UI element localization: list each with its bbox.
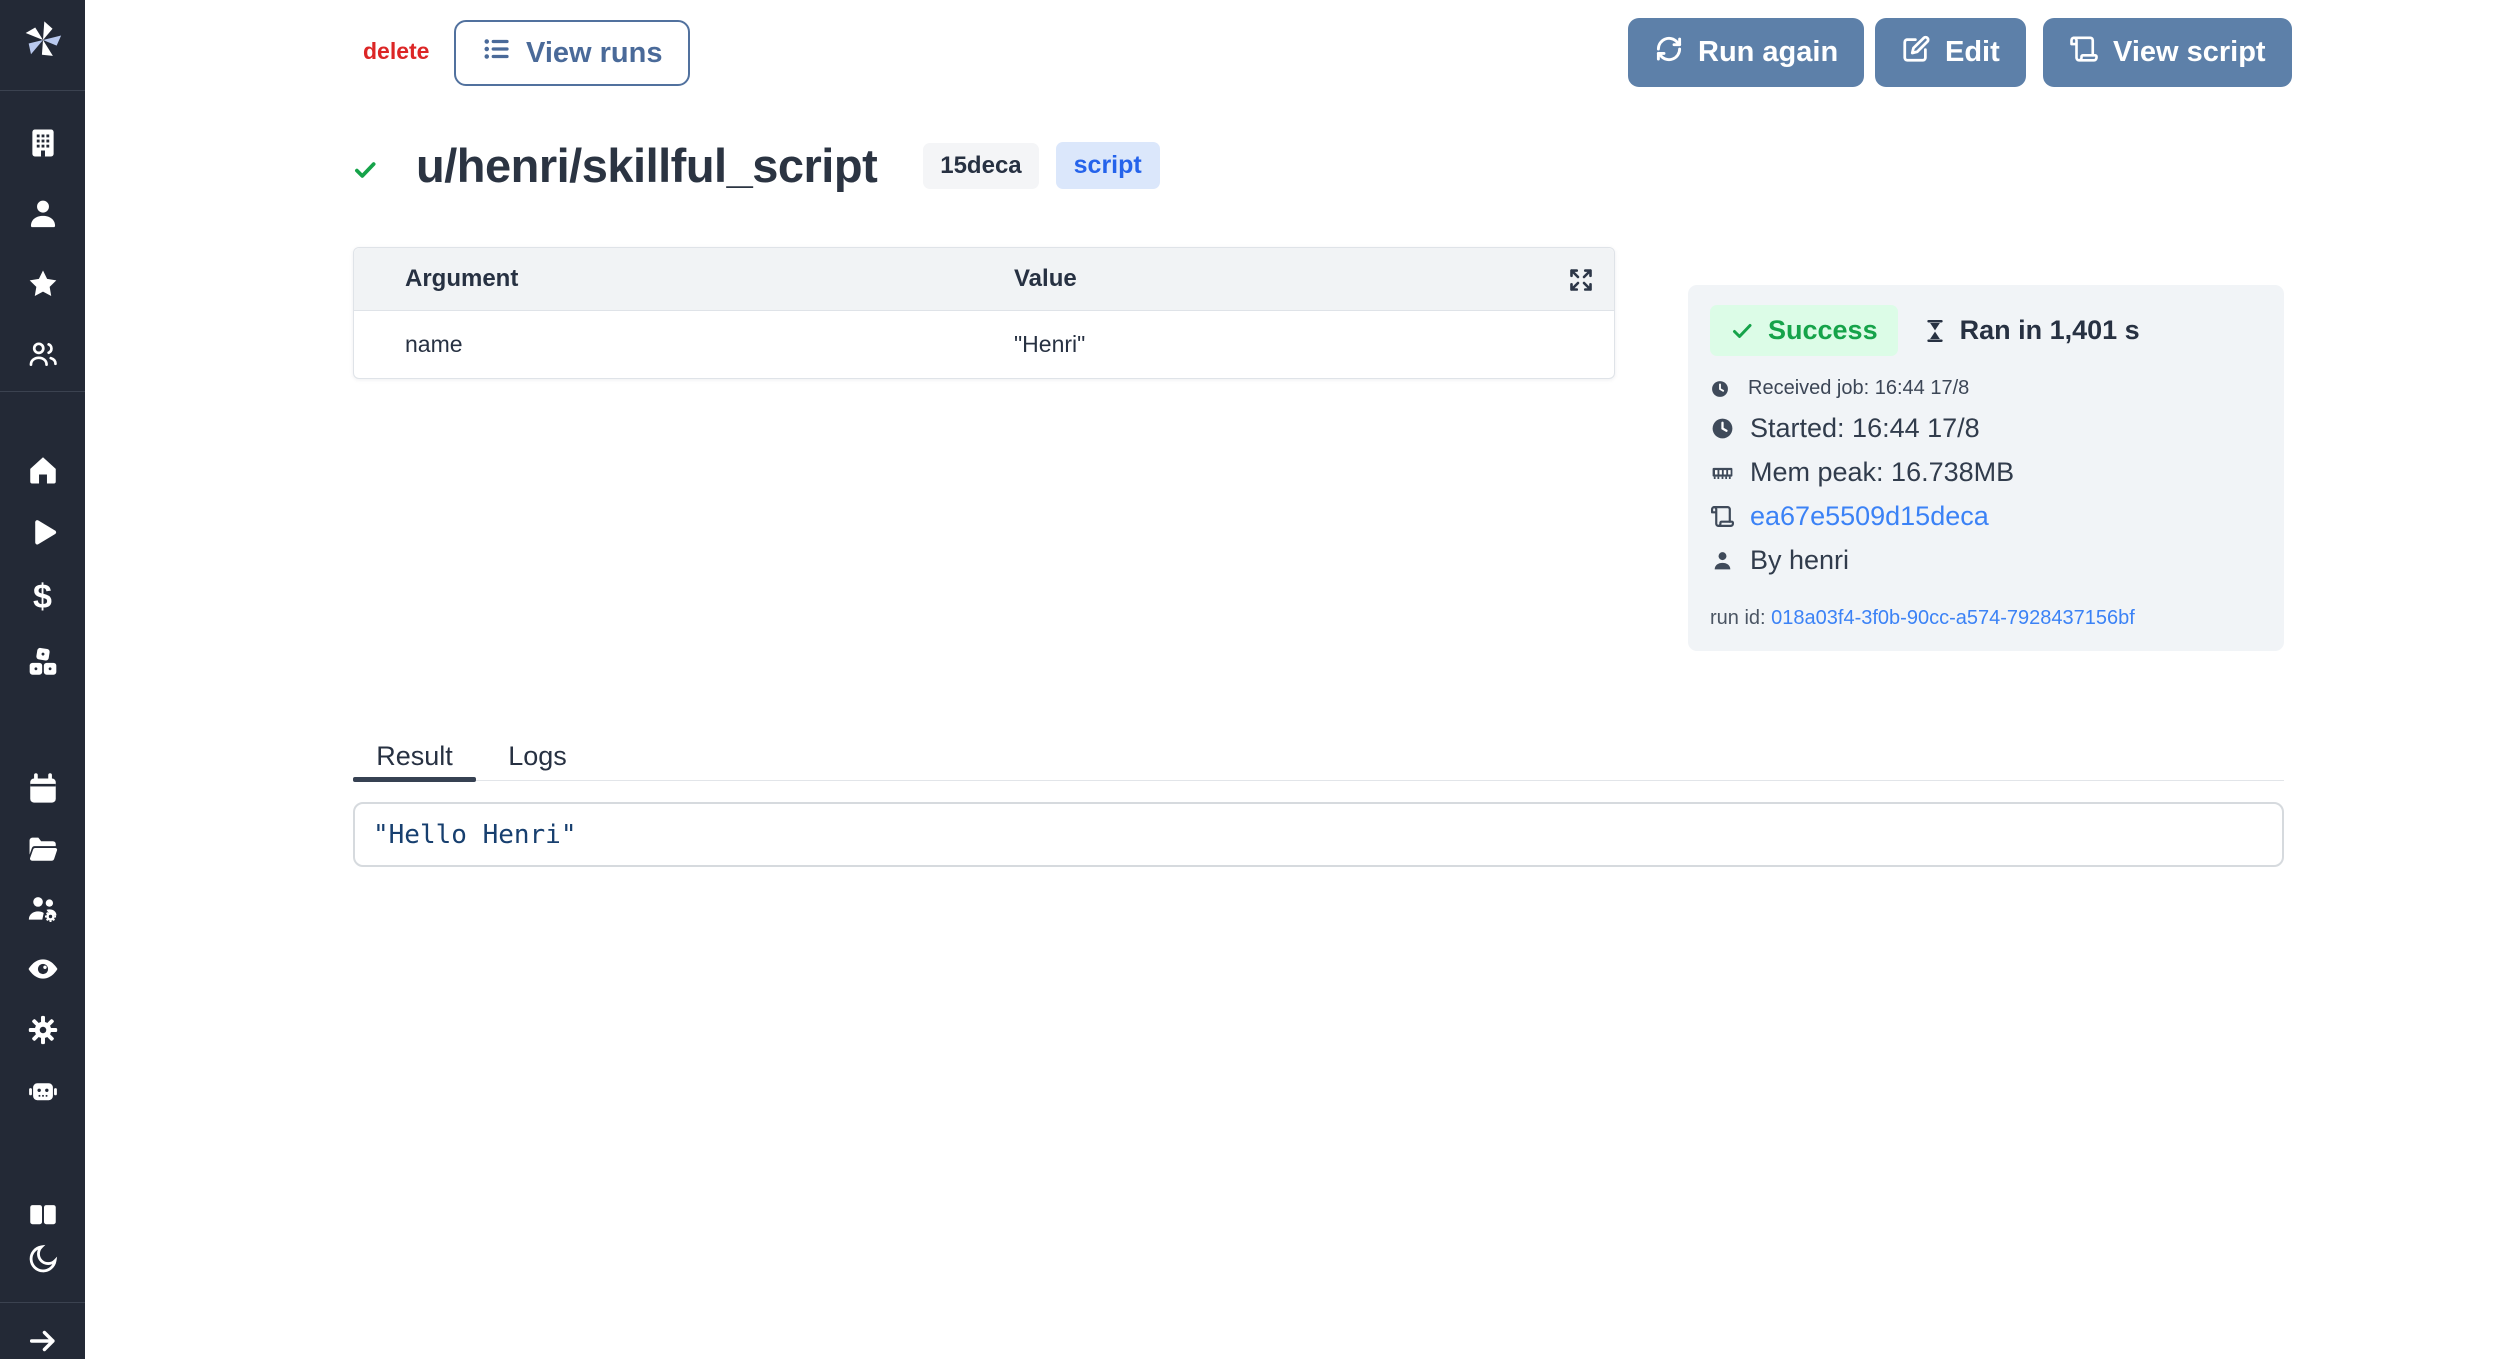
scroll-icon	[2069, 34, 2099, 72]
hash-badge[interactable]: 15deca	[923, 143, 1038, 189]
clock-icon	[1710, 416, 1735, 441]
run-id-line: run id: 018a03f4-3f0b-90cc-a574-79284371…	[1710, 607, 2262, 630]
started-line: Started: 16:44 17/8	[1710, 413, 2262, 444]
scroll-icon	[1710, 504, 1735, 529]
received-label: Received job: 16:44 17/8	[1748, 377, 1969, 400]
calendar-icon[interactable]	[24, 770, 62, 808]
sidebar-divider	[0, 1302, 85, 1303]
arrow-right-icon[interactable]	[24, 1322, 62, 1359]
success-check-icon	[352, 157, 378, 183]
status-badge: Success	[1710, 305, 1898, 356]
arguments-table: Argument Value name "Henri"	[353, 247, 1615, 379]
cubes-icon[interactable]	[24, 643, 62, 681]
main-content: delete View runs Run again Edi	[85, 0, 2500, 1359]
result-value: "Hello Henri"	[373, 820, 577, 850]
edit-icon	[1901, 34, 1931, 72]
mem-peak-line: Mem peak: 16.738MB	[1710, 457, 2262, 488]
view-runs-label: View runs	[526, 37, 662, 70]
windmill-logo-icon[interactable]	[17, 14, 69, 66]
hourglass-icon	[1922, 318, 1948, 344]
folder-open-icon[interactable]	[24, 830, 62, 868]
run-again-label: Run again	[1698, 36, 1838, 69]
users-gear-icon[interactable]	[24, 890, 62, 928]
status-label: Success	[1768, 315, 1878, 346]
play-icon[interactable]	[24, 514, 62, 552]
list-icon	[482, 34, 512, 72]
dollar-icon[interactable]: $	[24, 578, 62, 616]
value-cell: "Henri"	[1014, 331, 1614, 358]
sidebar: $	[0, 0, 85, 1359]
by-label: By henri	[1750, 545, 1849, 576]
argument-column-header: Argument	[354, 265, 1014, 293]
tabs-divider	[353, 780, 2284, 781]
memory-icon	[1710, 460, 1735, 485]
table-row: name "Henri"	[354, 311, 1614, 378]
edit-button[interactable]: Edit	[1875, 18, 2026, 87]
run-id-prefix: run id:	[1710, 607, 1766, 629]
moon-icon[interactable]	[24, 1240, 62, 1278]
users-icon[interactable]	[24, 335, 62, 373]
title-row: u/henri/skillful_script 15deca script	[352, 138, 1160, 193]
run-again-button[interactable]: Run again	[1628, 18, 1864, 87]
mem-peak-label: Mem peak: 16.738MB	[1750, 457, 2014, 488]
refresh-icon	[1654, 34, 1684, 72]
run-id-link[interactable]: 018a03f4-3f0b-90cc-a574-7928437156bf	[1771, 607, 2135, 629]
result-output: "Hello Henri"	[353, 802, 2284, 867]
argument-cell: name	[354, 331, 1014, 358]
value-column-header: Value	[1014, 265, 1614, 293]
star-icon[interactable]	[24, 265, 62, 303]
tab-logs[interactable]: Logs	[476, 741, 599, 780]
person-icon	[1710, 548, 1735, 573]
clock-icon	[1710, 379, 1730, 399]
duration-label: Ran in 1,401 s	[1960, 315, 2140, 346]
sidebar-divider	[0, 90, 85, 91]
expand-icon[interactable]	[1562, 261, 1600, 299]
book-icon[interactable]	[24, 1196, 62, 1234]
view-runs-button[interactable]: View runs	[454, 20, 690, 86]
robot-icon[interactable]	[24, 1072, 62, 1110]
result-tabs: Result Logs	[353, 741, 2284, 781]
received-job-line: Received job: 16:44 17/8	[1710, 377, 2262, 400]
run-duration: Ran in 1,401 s	[1922, 315, 2140, 346]
active-tab-indicator	[353, 777, 476, 782]
home-icon[interactable]	[24, 451, 62, 489]
arguments-table-header: Argument Value	[354, 248, 1614, 311]
status-panel: Success Ran in 1,401 s Received job: 16:…	[1688, 285, 2284, 651]
app-window: $	[0, 0, 2500, 1359]
building-icon[interactable]	[24, 124, 62, 162]
tab-result[interactable]: Result	[353, 741, 476, 780]
check-icon	[1730, 319, 1754, 343]
script-hash-link[interactable]: ea67e5509d15deca	[1750, 501, 1989, 532]
user-icon[interactable]	[24, 194, 62, 232]
started-label: Started: 16:44 17/8	[1750, 413, 1980, 444]
edit-label: Edit	[1945, 36, 2000, 69]
page-title: u/henri/skillful_script	[416, 138, 877, 193]
script-hash-line: ea67e5509d15deca	[1710, 501, 2262, 532]
gear-icon[interactable]	[24, 1011, 62, 1049]
sidebar-divider	[0, 391, 85, 392]
view-script-label: View script	[2113, 36, 2266, 69]
script-type-badge[interactable]: script	[1056, 142, 1160, 189]
view-script-button[interactable]: View script	[2043, 18, 2292, 87]
by-line: By henri	[1710, 545, 2262, 576]
eye-icon[interactable]	[24, 950, 62, 988]
delete-button[interactable]: delete	[363, 38, 429, 65]
